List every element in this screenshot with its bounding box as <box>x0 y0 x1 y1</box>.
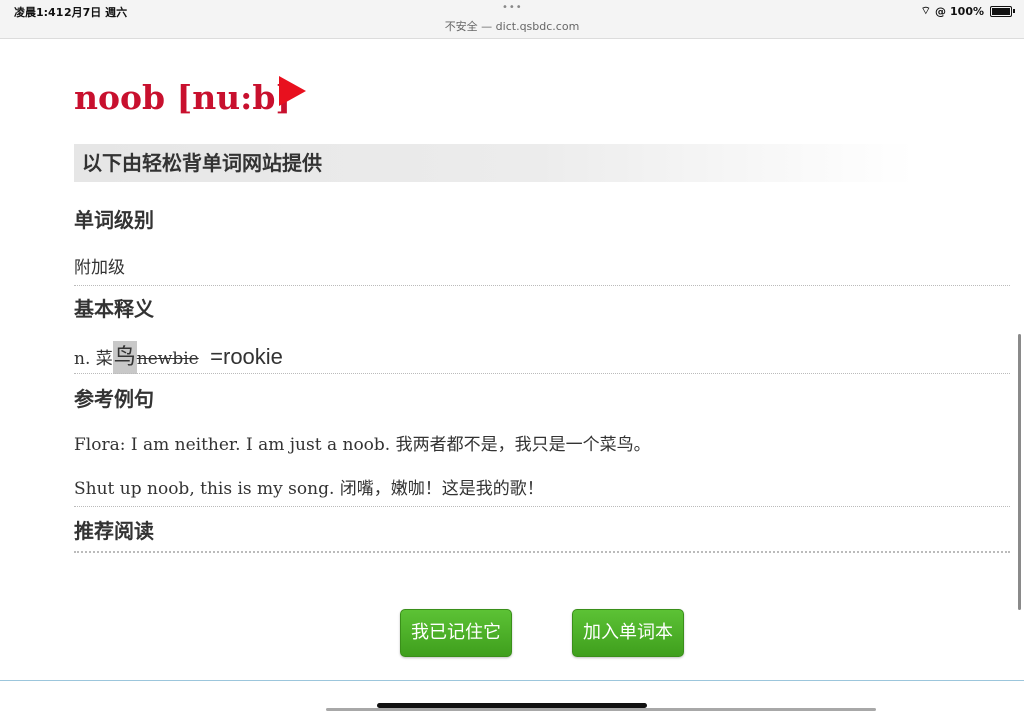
level-value: 附加级 <box>74 258 125 278</box>
more-dots-icon[interactable]: ••• <box>502 2 523 13</box>
meaning-cn-highlight[interactable]: 鸟 <box>112 341 137 374</box>
meaning-synonym: =rookie <box>210 344 283 369</box>
example-1-cn: 我两者都不是，我只是一个菜鸟。 <box>395 435 651 455</box>
example-2-cn: 闭嘴，嫩咖！这是我的歌！ <box>339 479 544 499</box>
reading-heading: 推荐阅读 <box>74 519 154 543</box>
example-2-en: Shut up noob, this is my song. <box>74 479 335 499</box>
example-1: Flora: I am neither. I am just a noob. 我… <box>74 430 651 455</box>
footer-divider <box>0 680 1024 681</box>
divider <box>74 551 1010 553</box>
wifi-icon: ⌔ <box>920 4 932 17</box>
remember-button[interactable]: 我已记住它 <box>400 609 512 657</box>
example-2: Shut up noob, this is my song. 闭嘴，嫩咖！这是我… <box>74 474 544 499</box>
meaning-pos: n. <box>74 349 91 369</box>
divider <box>74 373 1010 374</box>
add-to-wordbook-button[interactable]: 加入单词本 <box>572 609 684 657</box>
examples-heading: 参考例句 <box>74 387 154 411</box>
example-1-en: Flora: I am neither. I am just a noob. <box>74 435 391 455</box>
divider <box>74 506 1010 507</box>
meaning-cn-1: 菜 <box>95 349 113 369</box>
word-title: noob [nu:b] <box>74 78 292 117</box>
meaning-en: newbie <box>136 349 199 369</box>
scrollbar[interactable] <box>1018 334 1021 610</box>
horizontal-scroll-track[interactable] <box>326 708 876 711</box>
location-icon: @ <box>935 4 947 18</box>
home-indicator[interactable] <box>377 703 647 708</box>
level-heading: 单词级别 <box>74 208 154 232</box>
provider-banner: 以下由轻松背单词网站提供 <box>74 144 914 182</box>
meaning-row: n. 菜鸟newbie =rookie <box>74 339 283 374</box>
battery-icon <box>990 5 1015 17</box>
divider <box>74 285 1010 286</box>
meaning-heading: 基本释义 <box>74 297 154 321</box>
address-bar[interactable]: 不安全 — dict.qsbdc.com <box>0 18 1024 34</box>
play-pronunciation-icon[interactable] <box>279 76 306 106</box>
status-right: ⌔ @ 100% <box>920 4 1015 18</box>
status-bar: 凌晨1:41 2月7日 週六 ••• 不安全 — dict.qsbdc.com … <box>0 0 1024 39</box>
battery-percent: 100% <box>950 4 984 18</box>
